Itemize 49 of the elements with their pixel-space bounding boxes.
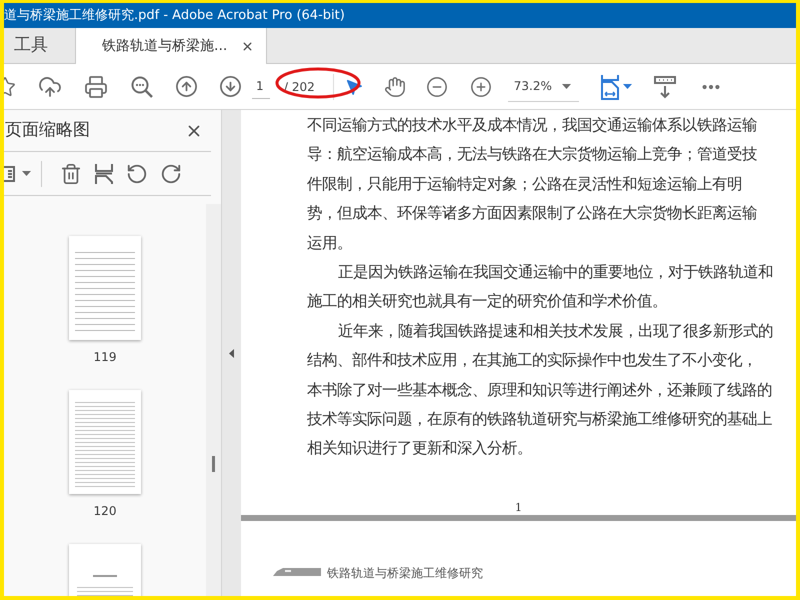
text-line: 不同运输方式的技术水平及成本情况，我国交通运输体系以铁路运输 [307,115,758,136]
page-number: 1 [515,500,522,516]
text-line: 结构、部件和技术应用，在其施工的实际操作中也发生了不小变化， [307,350,758,372]
previous-page-icon[interactable] [175,75,198,98]
list-icon [4,164,18,182]
collapse-icon[interactable] [229,348,234,358]
hand-tool[interactable] [384,76,406,98]
fit-width-icon [600,74,619,100]
delete-icon[interactable] [60,162,82,184]
text-line: 势，但成本、环保等诸多方面因素限制了公路在大宗货物长距离运输 [307,203,758,224]
page-thumbnail[interactable] [69,236,141,340]
zoom-dropdown[interactable]: 73.2% [508,72,579,102]
print-icon[interactable] [84,74,108,98]
caret-icon [22,171,31,176]
next-page-icon[interactable] [219,75,242,98]
text-line: 导：航空运输成本高，无法与铁路在大宗货物运输上竞争；管道受技 [307,144,758,166]
text-line: 本书除了对一些基本概念、原理和知识等进行阐述外，还兼顾了线路的 [307,380,773,401]
page-number-field[interactable]: 1 [252,74,270,98]
page-label: 120 [94,503,116,520]
text-line: 运用。 [307,232,353,254]
text-line: 正是因为铁路运输在我国交通运输中的重要地位，对于铁路轨道和 [337,262,774,284]
options-button[interactable] [4,160,42,186]
page-thumbnail[interactable] [69,390,141,494]
caret-icon [622,84,632,89]
zoom-out-icon[interactable] [426,76,448,98]
rotate-left-icon[interactable] [126,162,148,184]
rotate-right-icon[interactable] [160,162,182,184]
text-line: 技术等实际问题，在原有的铁路轨道研究与桥梁施工维修研究的基础上 [307,409,773,430]
caret-icon [562,84,571,88]
text-line: 件限制，只能用于运输特定对象；公路在灵活性和短途运输上有明 [307,174,743,195]
scrollbar-thumb[interactable] [212,456,215,472]
insert-page-icon[interactable] [94,162,114,184]
text-line: 施工的相关研究也就具有一定的研究价值和学术价值。 [307,291,668,312]
panel-title: 页面缩略图 [4,118,90,142]
window-title: 道与桥梁施工维修研究.pdf - Adobe Acrobat Pro (64-bit) [4,6,345,25]
text-line: 近年来，随着我国铁路提速和相关技术发展，出现了很多新形式的 [337,320,774,342]
fit-width-button[interactable] [600,74,632,100]
page-label: 119 [94,349,116,366]
train-icon [273,567,323,577]
upload-icon[interactable] [38,74,62,98]
zoom-search-icon[interactable] [130,74,154,98]
text-line: 相关知识进行了更新和深入分析。 [307,438,533,460]
page-header: 铁路轨道与桥梁施工维修研究 [327,565,483,582]
zoom-in-icon[interactable] [470,76,492,98]
tab[interactable]: 铁路轨道与桥梁施... [75,28,268,64]
scrollbar-track[interactable] [206,204,221,596]
close-icon[interactable] [241,40,254,52]
tab[interactable]: 工具 [4,28,75,63]
scroll-mode-icon[interactable] [654,74,676,98]
